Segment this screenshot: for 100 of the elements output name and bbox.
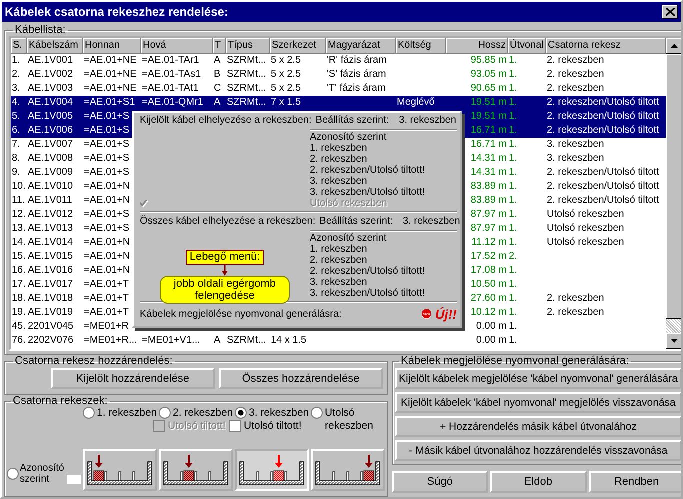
table-cell-text: 1.: [508, 236, 518, 250]
table-cell-text: SZRMt...: [226, 68, 268, 82]
table-cell-text: Utolsó rekeszben: [546, 236, 626, 250]
radio-label: 1. rekeszben: [97, 407, 158, 420]
radio-label: 3. rekeszben: [249, 407, 310, 420]
table-cell-text: 1.: [508, 278, 518, 292]
table-cell-text: 1.: [508, 306, 518, 320]
table-cell-text: 4.: [11, 96, 22, 110]
table-cell-text: 2. rekeszben: [546, 54, 606, 68]
table-cell-text: =AE.01+N: [83, 194, 132, 208]
table-cell-text: AE.1V010: [27, 180, 74, 194]
table-cell-text: =AE.01+S: [83, 166, 131, 180]
table-cell-text: AE.1V014: [27, 236, 74, 250]
table-cell-text: 17.52 m: [470, 250, 508, 264]
table-cell-text: AE.1V004: [27, 96, 74, 110]
table-cell-text: 83.89 m: [470, 180, 508, 194]
table-cell-text: 0.00 m: [475, 334, 508, 348]
table-cell-text: =AE.01-QMr1: [141, 96, 204, 110]
table-cell-text: =AE.01-TAt1: [141, 82, 200, 96]
table-cell-text: 1.: [508, 96, 518, 110]
radio-label: Utolsó rekeszben: [325, 407, 374, 433]
table-cell-text: AE.1V007: [27, 138, 74, 152]
table-cell: 19.: [11, 306, 27, 320]
table-cell-text: 'S' fázis áram: [326, 68, 388, 82]
table-cell-text: 'T' fázis áram: [326, 82, 387, 96]
table-cell-text: 1.: [508, 54, 518, 68]
table-cell-text: AE.1V002: [27, 68, 74, 82]
table-cell-text: 2. rekeszben/Utolsó tiltott: [546, 96, 660, 110]
table-cell-text: SZRMt...: [226, 96, 268, 110]
table-cell-text: Utolsó rekeszben: [546, 222, 626, 236]
table-cell-text: 1.: [508, 82, 518, 96]
table-cell-text: 2. rekeszben/Utolsó tiltott: [546, 124, 660, 138]
table-cell-text: 3. rekeszben: [546, 138, 606, 152]
table-cell-text: AE.1V006: [27, 124, 74, 138]
table-cell-text: =AE.01-TAr1: [141, 54, 200, 68]
table-cell-text: 83.89 m: [470, 194, 508, 208]
table-cell: 10.: [11, 180, 27, 194]
checkbox-label: Utolsó tiltott!: [244, 420, 302, 432]
table-cell-text: 3.: [11, 82, 22, 96]
table-cell-text: AE.1V013: [27, 222, 74, 236]
table-cell-text: AE.1V012: [27, 208, 74, 222]
table-cell-text: AE.1V011: [27, 194, 74, 208]
table-cell-text: =ME01+R...: [83, 334, 138, 348]
table-cell-text: Utolsó rekeszben: [546, 208, 626, 222]
table-cell-text: AE.1V009: [27, 166, 74, 180]
radio-label: 2. rekeszben: [173, 407, 234, 420]
table-cell-text: C: [213, 82, 222, 96]
table-cell-text: 2. rekeszben/Utolsó tiltott: [546, 194, 660, 208]
table-cell-text: A: [213, 96, 222, 110]
table-cell-text: 16.71 m: [470, 124, 508, 138]
table-cell-text: AE.1V015: [27, 250, 74, 264]
table-cell-text: 1.: [508, 152, 518, 166]
table-cell-text: B: [213, 68, 222, 82]
table-cell-text: 5 x 2.5: [270, 82, 302, 96]
table-cell-text: 1.: [508, 110, 518, 124]
table-cell-text: =AE.01+S: [83, 208, 131, 222]
table-cell-text: =ME01+V1...: [141, 334, 202, 348]
table-cell-text: 1.: [508, 320, 518, 334]
table-cell-text: 11.: [11, 194, 26, 208]
table-cell-text: =AE.01+N: [83, 180, 132, 194]
table-cell-text: =AE.01+T: [83, 306, 130, 320]
radio-label: Azonosító szerint: [20, 463, 66, 485]
table-cell-text: =AE.01+NE: [83, 68, 138, 82]
table-cell-text: 5.: [11, 110, 22, 124]
table-cell-text: 1.: [508, 194, 518, 208]
table-cell-text: SZRMt...: [226, 334, 268, 348]
group-label: Kábellista:: [14, 24, 67, 36]
new-label: Új!!: [435, 306, 457, 322]
table-cell: 16.: [11, 264, 27, 278]
table-cell-text: =AE.01+N: [83, 264, 132, 278]
table-cell-text: 6.: [11, 124, 22, 138]
table-cell-text: =ME01+R: [83, 320, 130, 334]
table-cell: 14.: [11, 236, 27, 250]
table-cell-text: =AE.01+N: [83, 250, 132, 264]
callout-bubble: jobb oldali egérgomb felengedése: [160, 276, 290, 304]
table-cell-text: 2201V045: [27, 320, 75, 334]
table-cell-text: 1.: [508, 138, 518, 152]
table-cell-text: 8.: [11, 152, 22, 166]
table-cell-text: Meglévő: [396, 96, 436, 110]
table-cell-text: =AE.01+T: [83, 292, 130, 306]
table-cell-text: 5 x 2.5: [270, 68, 302, 82]
table-cell-text: 0.00 m: [475, 320, 508, 334]
callout-label: Lebegő menü:: [186, 250, 264, 265]
table-cell-text: 2. rekeszben/Utolsó tiltott: [546, 166, 660, 180]
group-label: Csatorna rekesz hozzárendelés:: [14, 355, 174, 367]
table-cell-text: AE.1V001: [27, 54, 74, 68]
table-cell-text: 2. rekeszben: [546, 306, 606, 320]
table-cell-text: AE.1V005: [27, 110, 74, 124]
table-cell-text: 1.: [508, 264, 518, 278]
table-cell: 13.: [11, 222, 27, 236]
table-cell-text: 1.: [508, 292, 518, 306]
table-cell-text: 2. rekeszben: [546, 292, 606, 306]
table-cell-text: A: [213, 334, 222, 348]
table-cell-text: 14.31 m: [470, 152, 508, 166]
table-cell-text: 5 x 2.5: [270, 54, 302, 68]
table-cell-text: 2. rekeszben/Utolsó tiltott: [546, 180, 660, 194]
table-cell: 76.: [11, 334, 27, 348]
table-cell-text: 93.05 m: [470, 68, 508, 82]
table-cell-text: 16.71 m: [470, 138, 508, 152]
table-cell-text: SZRMt...: [226, 54, 268, 68]
